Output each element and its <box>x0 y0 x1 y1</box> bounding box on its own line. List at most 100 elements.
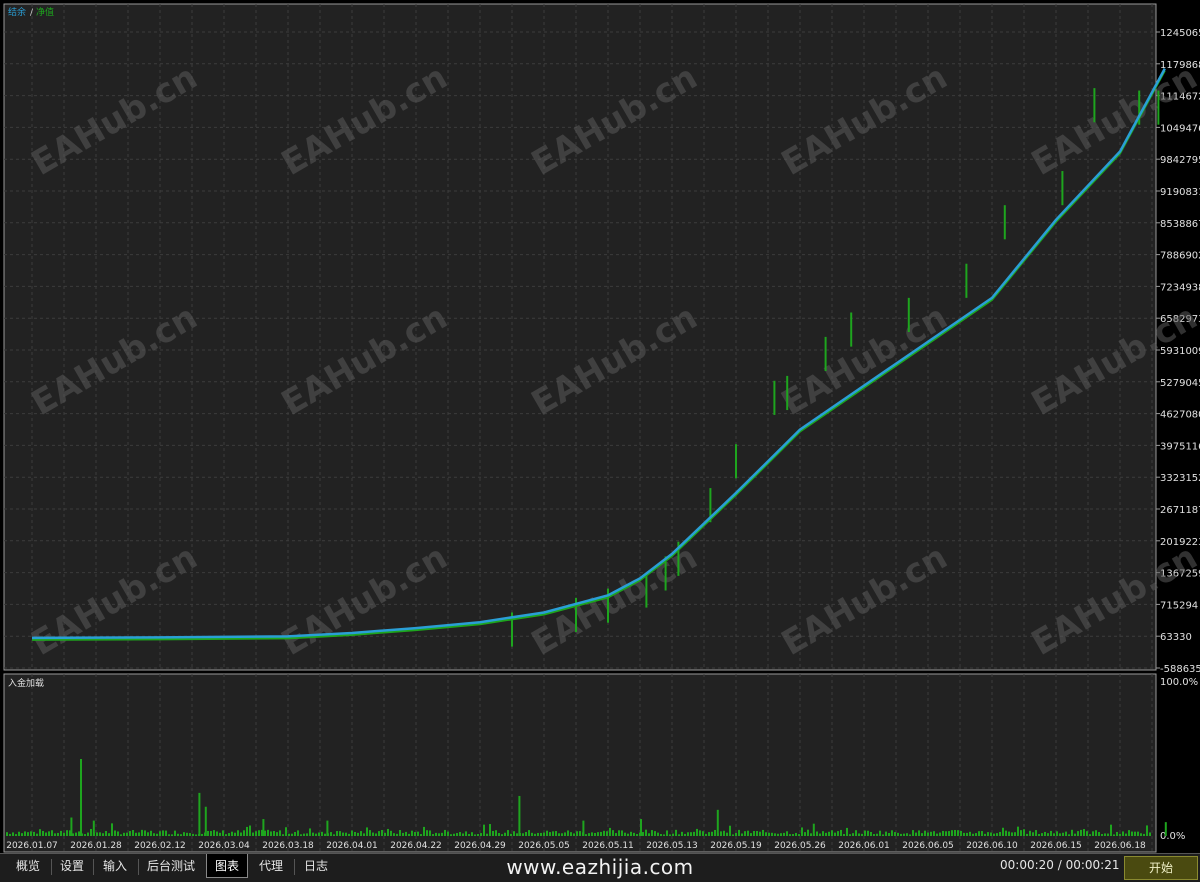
deposit-load-bar <box>984 833 986 836</box>
deposit-load-bar <box>201 833 203 836</box>
deposit-load-bar <box>756 831 758 836</box>
deposit-load-bar <box>900 833 902 836</box>
deposit-load-bar <box>348 833 350 836</box>
deposit-load-bar <box>135 832 137 836</box>
deposit-load-bar <box>516 833 518 836</box>
deposit-load-bar <box>960 830 962 836</box>
deposit-load-bar <box>1032 832 1034 836</box>
deposit-load-bar <box>180 834 182 836</box>
deposit-load-spike <box>204 806 207 836</box>
deposit-load-bar <box>930 831 932 836</box>
deposit-load-bar <box>624 832 626 836</box>
deposit-load-bar <box>444 829 446 836</box>
deposit-load-bar <box>396 833 398 836</box>
deposit-load-bar <box>387 828 389 836</box>
deposit-load-bar <box>987 832 989 836</box>
deposit-load-bar <box>585 834 587 836</box>
deposit-load-bar <box>906 833 908 836</box>
deposit-load-bar <box>549 832 551 836</box>
deposit-load-bar <box>645 829 647 836</box>
deposit-load-bar <box>948 831 950 836</box>
deposit-load-bar <box>750 833 752 836</box>
deposit-load-bar <box>1146 825 1148 836</box>
deposit-load-bar <box>924 830 926 836</box>
deposit-load-spike <box>640 819 642 836</box>
deposit-load-bar <box>45 832 47 836</box>
deposit-load-bar <box>933 831 935 836</box>
deposit-load-bar <box>477 834 479 836</box>
deposit-load-bar <box>1119 833 1121 836</box>
deposit-load-bar <box>426 830 428 836</box>
deposit-load-bar <box>147 832 149 836</box>
deposit-load-bar <box>708 832 710 836</box>
tab-backtest[interactable]: 后台测试 <box>139 854 203 878</box>
deposit-load-bar <box>36 833 38 836</box>
deposit-load-bar <box>333 834 335 836</box>
deposit-load-bar <box>384 832 386 836</box>
deposit-load-bar <box>606 831 608 836</box>
deposit-load-bar <box>399 830 401 836</box>
x-tick-label: 2026.06.01 <box>838 841 890 851</box>
deposit-load-bar <box>1056 831 1058 836</box>
deposit-load-bar <box>486 833 488 836</box>
deposit-load-bar <box>9 833 11 836</box>
deposit-load-bar <box>462 833 464 836</box>
deposit-load-bar <box>306 833 308 836</box>
deposit-load-bar <box>1044 831 1046 836</box>
deposit-load-bar <box>687 832 689 836</box>
deposit-load-bar <box>456 833 458 836</box>
deposit-load-bar <box>210 831 212 836</box>
tab-agents[interactable]: 代理 <box>251 854 291 878</box>
tab-inputs[interactable]: 输入 <box>95 854 135 878</box>
deposit-load-bar <box>555 831 557 836</box>
deposit-load-bar <box>921 833 923 836</box>
deposit-load-bar <box>99 832 101 836</box>
deposit-load-bar <box>1047 833 1049 836</box>
deposit-load-bar <box>285 827 287 836</box>
deposit-load-bar <box>864 830 866 836</box>
deposit-load-bar <box>1143 833 1145 836</box>
deposit-load-bar <box>552 831 554 836</box>
deposit-load-bar <box>735 833 737 836</box>
deposit-load-bar <box>126 832 128 836</box>
deposit-load-bar <box>615 833 617 836</box>
tab-settings[interactable]: 设置 <box>52 854 92 878</box>
deposit-load-bar <box>798 834 800 836</box>
tab-journal[interactable]: 日志 <box>296 854 336 878</box>
deposit-load-bar <box>894 832 896 836</box>
x-tick-label: 2026.04.01 <box>326 841 378 851</box>
deposit-load-bar <box>318 832 320 836</box>
deposit-load-bar <box>132 830 134 836</box>
x-tick-label: 2026.05.13 <box>646 841 698 851</box>
deposit-load-bar <box>882 834 884 836</box>
start-button[interactable]: 开始 <box>1124 856 1198 880</box>
tab-overview[interactable]: 概览 <box>8 854 48 878</box>
deposit-load-bar <box>831 830 833 836</box>
deposit-load-bar <box>1086 831 1088 836</box>
deposit-load-bar <box>447 831 449 836</box>
deposit-load-bar <box>57 832 59 836</box>
deposit-load-bar <box>630 831 632 836</box>
deposit-load-bar <box>309 828 311 836</box>
deposit-load-bar <box>609 827 611 836</box>
deposit-load-bar <box>690 832 692 836</box>
deposit-load-bar <box>897 832 899 836</box>
deposit-load-bar <box>357 832 359 836</box>
deposit-load-bar <box>1002 827 1004 836</box>
deposit-load-bar <box>1026 833 1028 836</box>
deposit-load-bar <box>51 830 53 836</box>
deposit-load-bar <box>738 829 740 836</box>
x-tick-label: 2026.06.05 <box>902 841 954 851</box>
deposit-load-bar <box>1077 831 1079 836</box>
deposit-load-bar <box>84 834 86 836</box>
deposit-load-bar <box>579 831 581 836</box>
deposit-load-bar <box>576 831 578 836</box>
deposit-load-bar <box>741 833 743 836</box>
deposit-load-bar <box>183 832 185 836</box>
website-link[interactable]: www.eazhijia.com <box>490 855 710 879</box>
deposit-load-bar <box>666 830 668 836</box>
deposit-load-spike <box>92 820 95 836</box>
deposit-load-bar <box>537 832 539 836</box>
deposit-load-bar <box>78 831 80 836</box>
tab-chart[interactable]: 图表 <box>206 854 249 878</box>
